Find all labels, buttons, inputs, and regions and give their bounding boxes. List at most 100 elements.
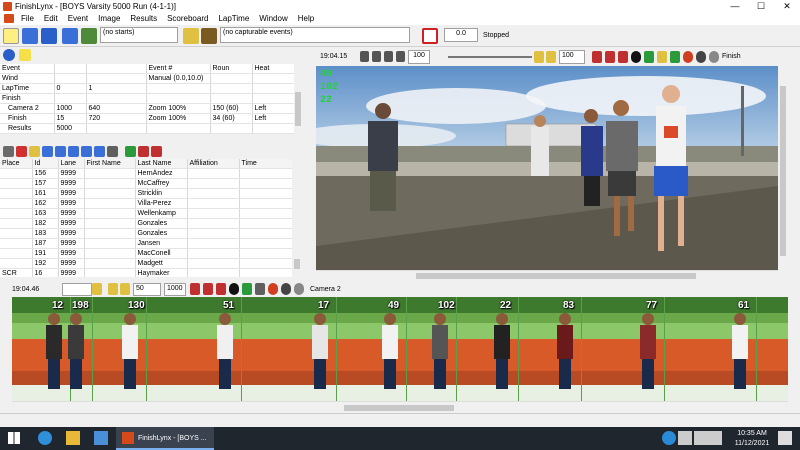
target-icon[interactable] [683,51,693,63]
results-scrollbar[interactable] [292,159,302,277]
event-grid-row[interactable]: Finish 15 720 Zoom 100% 34 (60) Left [0,113,294,124]
event-grid-row[interactable]: Finish [0,93,294,104]
shoe-icon[interactable] [22,28,38,44]
traffic-light-icon[interactable] [201,28,217,44]
table-row[interactable]: 157 9999 McCaffrey [0,178,292,189]
target-icon[interactable] [268,283,278,295]
column-header[interactable]: Place [0,159,33,169]
table-row[interactable]: 183 9999 Gonzales [0,228,292,239]
car-icon[interactable] [183,28,199,44]
print-icon[interactable] [107,146,118,157]
system-menu-icon[interactable] [4,14,14,23]
camera-video-view[interactable]: 49 102 22 [316,66,778,270]
sun-icon[interactable] [657,51,667,63]
notification-icon[interactable] [778,431,792,445]
rewind-icon[interactable] [360,51,369,62]
info-icon[interactable] [3,49,15,61]
column-header[interactable]: Affiliation [187,159,240,169]
flag-icon[interactable] [618,51,628,63]
capture-select[interactable]: (no capturable events) [220,27,410,43]
event-grid-scrollbar[interactable] [294,64,302,134]
strip-density-field[interactable]: 1000 [164,283,186,296]
finish-photo-strip[interactable]: 12 198 130 51 17 49 102 22 83 77 61 [12,297,788,401]
shoe-open-icon[interactable] [41,28,57,44]
shoe-save-icon[interactable] [62,28,78,44]
shoe-list-icon[interactable] [94,146,105,157]
minus-icon[interactable] [108,283,118,295]
menu-laptime[interactable]: LapTime [213,14,254,23]
maximize-button[interactable]: ☐ [748,0,774,12]
arrow-down-icon[interactable] [19,49,31,61]
flag-icon[interactable] [605,51,615,63]
star-icon[interactable] [151,146,162,157]
event-grid-row[interactable]: Event Event # Roun Heat [0,64,294,74]
time-field[interactable]: 0.0 [444,28,478,42]
print-icon[interactable] [255,283,265,295]
table-row[interactable]: 162 9999 Villa-Perez [0,198,292,209]
flag-icon[interactable] [216,283,226,295]
table-row[interactable]: 161 9999 Stricklin [0,188,292,199]
clock-time[interactable]: 10:35 AM [734,430,770,437]
plus-icon[interactable] [120,283,130,295]
sort-icon[interactable] [125,146,136,157]
camera-settings-icon[interactable] [709,51,719,63]
camera-zoom-select[interactable]: 100 [559,50,585,64]
flag-icon[interactable] [190,283,200,295]
edge-browser-icon[interactable] [38,431,52,445]
event-grid-row[interactable]: Wind Manual (0.0,10.0) [0,73,294,84]
starts-select[interactable]: (no starts) [100,27,178,43]
event-grid-row[interactable]: LapTime 0 1 [0,83,294,94]
windows-start-icon[interactable] [8,432,20,444]
skip-back-icon[interactable] [372,51,381,62]
menu-scoreboard[interactable]: Scoreboard [162,14,213,23]
zoom-box-icon[interactable] [92,283,102,295]
menu-event[interactable]: Event [63,14,93,23]
shoe-edit-icon[interactable] [81,146,92,157]
grid-icon[interactable] [670,51,680,63]
table-row[interactable]: SCR 16 9999 Haymaker [0,268,292,277]
menu-results[interactable]: Results [125,14,162,23]
menu-window[interactable]: Window [254,14,292,23]
file-explorer-icon[interactable] [66,431,80,445]
column-header[interactable]: First Name [84,159,136,169]
strip-zoom-select[interactable]: 50 [133,283,161,296]
menu-file[interactable]: File [16,14,39,23]
menu-image[interactable]: Image [93,14,125,23]
contrast-icon[interactable] [229,283,239,295]
shoe-open-icon[interactable] [68,146,79,157]
shoe-save-icon[interactable] [55,146,66,157]
flag-icon[interactable] [138,146,149,157]
event-grid-row[interactable]: Results 5000 [0,123,294,134]
column-header[interactable]: Last Name [135,159,188,169]
brightness-icon[interactable] [242,283,252,295]
column-header[interactable]: Id [32,159,59,169]
flag-icon[interactable] [592,51,602,63]
table-row[interactable]: 192 9999 Madgett [0,258,292,269]
capture-sun-icon[interactable] [3,28,19,44]
taskbar-finishlynx-button[interactable]: FinishLynx - [BOYS ... [116,427,214,450]
event-grid-row[interactable]: Camera 2 1000 640 Zoom 100% 150 (60) Left [0,103,294,114]
runner-icon[interactable] [81,28,97,44]
play-icon[interactable] [384,51,393,62]
sync-icon[interactable] [662,431,676,445]
menu-help[interactable]: Help [293,14,319,23]
shoe-icon[interactable] [42,146,53,157]
table-row[interactable]: 163 9999 Wellenkamp [0,208,292,219]
table-row[interactable]: 182 9999 Gonzales [0,218,292,229]
camera-lens-icon[interactable] [696,51,706,63]
network-icon[interactable] [694,431,708,445]
camera-vscrollbar[interactable] [778,66,788,270]
camera-zoom-field[interactable]: 100 [408,50,430,64]
contrast-icon[interactable] [631,51,641,63]
record-icon[interactable] [422,28,438,44]
table-row[interactable]: 191 9999 MacConell [0,248,292,259]
strip-time-field[interactable] [62,283,92,296]
battery-icon[interactable] [678,431,692,445]
camera-hscrollbar[interactable] [316,270,778,280]
column-header[interactable]: Lane [58,159,85,169]
table-row[interactable]: 187 9999 Jansen [0,238,292,249]
clock-date[interactable]: 11/12/2021 [732,440,772,447]
minus-icon[interactable] [534,51,544,63]
column-header[interactable]: Time [239,159,292,169]
search-icon[interactable] [29,146,40,157]
